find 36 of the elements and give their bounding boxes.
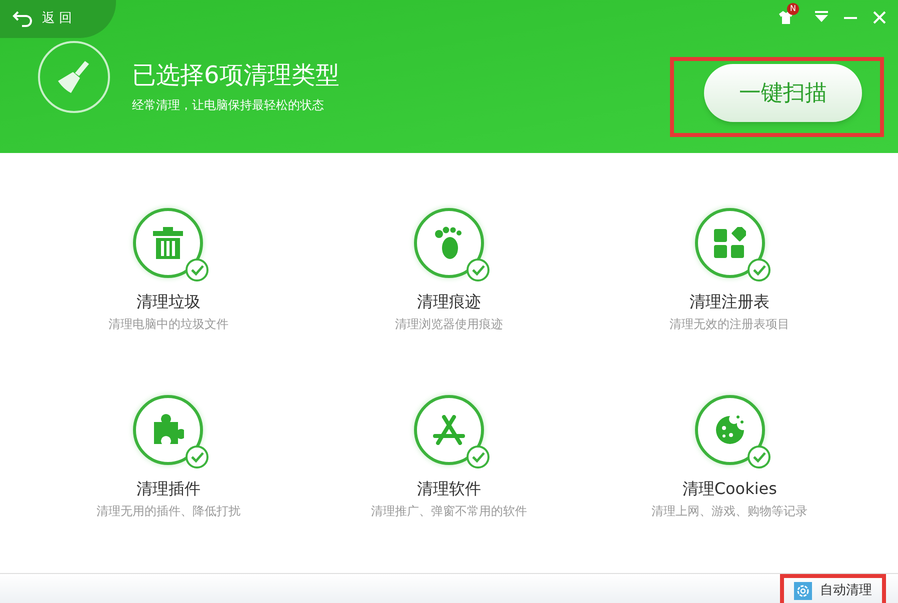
puzzle-piece-icon xyxy=(152,414,184,446)
category-title: 清理插件 xyxy=(136,480,200,496)
app-store-icon xyxy=(432,414,465,444)
category-title: 清理痕迹 xyxy=(416,294,481,310)
close-icon[interactable] xyxy=(873,10,886,24)
category-title: 清理软件 xyxy=(416,480,481,496)
category-title: 清理垃圾 xyxy=(136,294,200,310)
category-description: 清理电脑中的垃圾文件 xyxy=(108,318,228,330)
category-description: 清理无用的插件、降低打扰 xyxy=(96,504,240,516)
check-mark-icon[interactable] xyxy=(466,444,490,468)
shirt-icon[interactable] xyxy=(779,11,793,24)
category-title: 清理注册表 xyxy=(690,294,770,310)
settings-icon[interactable] xyxy=(794,582,812,600)
trash-can-icon xyxy=(153,227,184,259)
scan-button[interactable]: 一键扫描 xyxy=(704,64,862,122)
check-mark-icon[interactable] xyxy=(185,444,210,468)
back-arrow-icon xyxy=(12,10,34,28)
check-mark-icon[interactable] xyxy=(466,258,490,282)
header-subtitle: 经常清理，让电脑保持最轻松的状态 xyxy=(132,99,325,111)
notification-badge: N xyxy=(787,3,799,15)
footprint-icon xyxy=(434,226,464,260)
category-description: 清理推广、弹窗不常用的软件 xyxy=(370,504,527,516)
category-title: 清理Cookies xyxy=(682,480,777,496)
category-description: 清理上网、游戏、购物等记录 xyxy=(652,504,808,516)
blocks-icon xyxy=(714,227,746,259)
auto-clean-link[interactable]: 自动清理 xyxy=(820,580,872,600)
back-button[interactable]: 返 回 xyxy=(0,0,116,38)
category-description: 清理浏览器使用痕迹 xyxy=(394,318,503,330)
check-mark-icon[interactable] xyxy=(185,258,210,282)
category-description: 清理无效的注册表项目 xyxy=(670,318,790,330)
check-mark-icon[interactable] xyxy=(746,444,771,468)
broom-icon xyxy=(57,59,91,95)
check-mark-icon[interactable] xyxy=(746,258,771,282)
header-title: 已选择6项清理类型 xyxy=(132,63,340,87)
cookie-icon xyxy=(714,414,746,446)
dropdown-menu-icon[interactable] xyxy=(815,11,828,23)
